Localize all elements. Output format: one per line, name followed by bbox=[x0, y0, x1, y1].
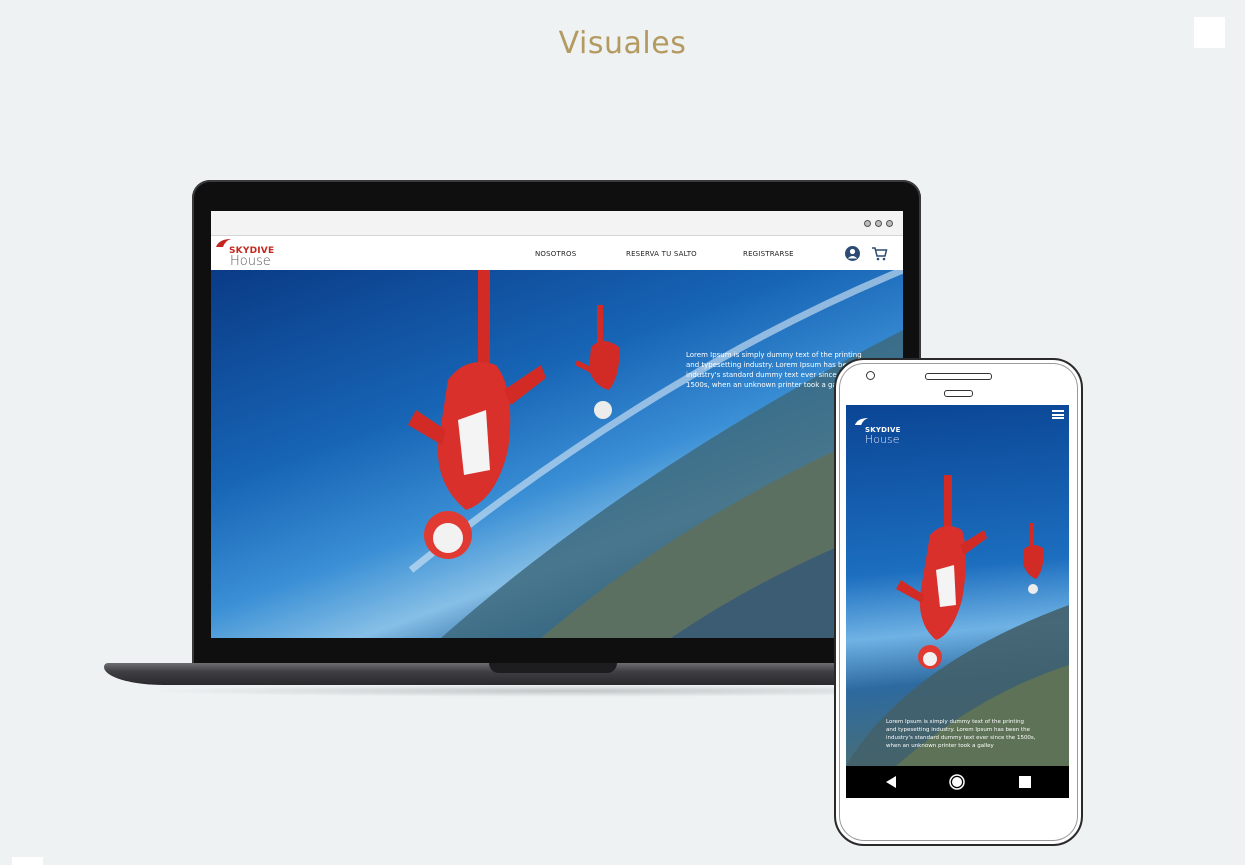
logo-house-text: House bbox=[230, 254, 271, 269]
hamburger-icon[interactable] bbox=[1052, 410, 1064, 419]
user-icon[interactable] bbox=[844, 245, 861, 262]
phone-sensor bbox=[944, 390, 973, 397]
phone-navigation-bar bbox=[846, 766, 1069, 798]
laptop-screen: SKYDIVE House NOSOTROS RESERVA TU SALTO … bbox=[211, 211, 903, 638]
corner-square bbox=[1194, 17, 1225, 48]
phone-site-logo[interactable]: SKYDIVE House bbox=[854, 417, 914, 447]
browser-bar bbox=[211, 211, 903, 236]
phone-skydivers-illustration bbox=[846, 475, 1069, 766]
cart-icon[interactable] bbox=[871, 245, 888, 262]
three-dots-icon[interactable] bbox=[864, 220, 893, 227]
back-icon[interactable] bbox=[883, 774, 899, 790]
site-navbar: SKYDIVE House NOSOTROS RESERVA TU SALTO … bbox=[211, 236, 903, 270]
laptop-notch bbox=[489, 663, 617, 673]
recents-icon[interactable] bbox=[1017, 774, 1033, 790]
nav-nosotros[interactable]: NOSOTROS bbox=[535, 250, 576, 258]
phone-speaker bbox=[925, 373, 992, 380]
skydivers-illustration bbox=[408, 270, 903, 638]
corner-square bbox=[12, 857, 43, 865]
nav-reserva-tu-salto[interactable]: RESERVA TU SALTO bbox=[626, 250, 697, 258]
phone-hero-image: SKYDIVE House Lorem Ipsum is simply dumm… bbox=[846, 405, 1069, 766]
hero-image: Lorem Ipsum is simply dummy text of the … bbox=[211, 270, 903, 638]
site-logo[interactable]: SKYDIVE House bbox=[215, 238, 279, 270]
phone-hero-text: Lorem Ipsum is simply dummy text of the … bbox=[886, 719, 1036, 749]
home-icon[interactable] bbox=[949, 774, 965, 790]
logo-house-text: House bbox=[865, 433, 900, 446]
phone-screen: SKYDIVE House Lorem Ipsum is simply dumm… bbox=[846, 405, 1069, 798]
page-title: Visuales bbox=[558, 26, 687, 61]
parachute-icon bbox=[854, 417, 869, 426]
phone-camera bbox=[866, 371, 875, 380]
nav-registrarse[interactable]: REGISTRARSE bbox=[743, 250, 794, 258]
